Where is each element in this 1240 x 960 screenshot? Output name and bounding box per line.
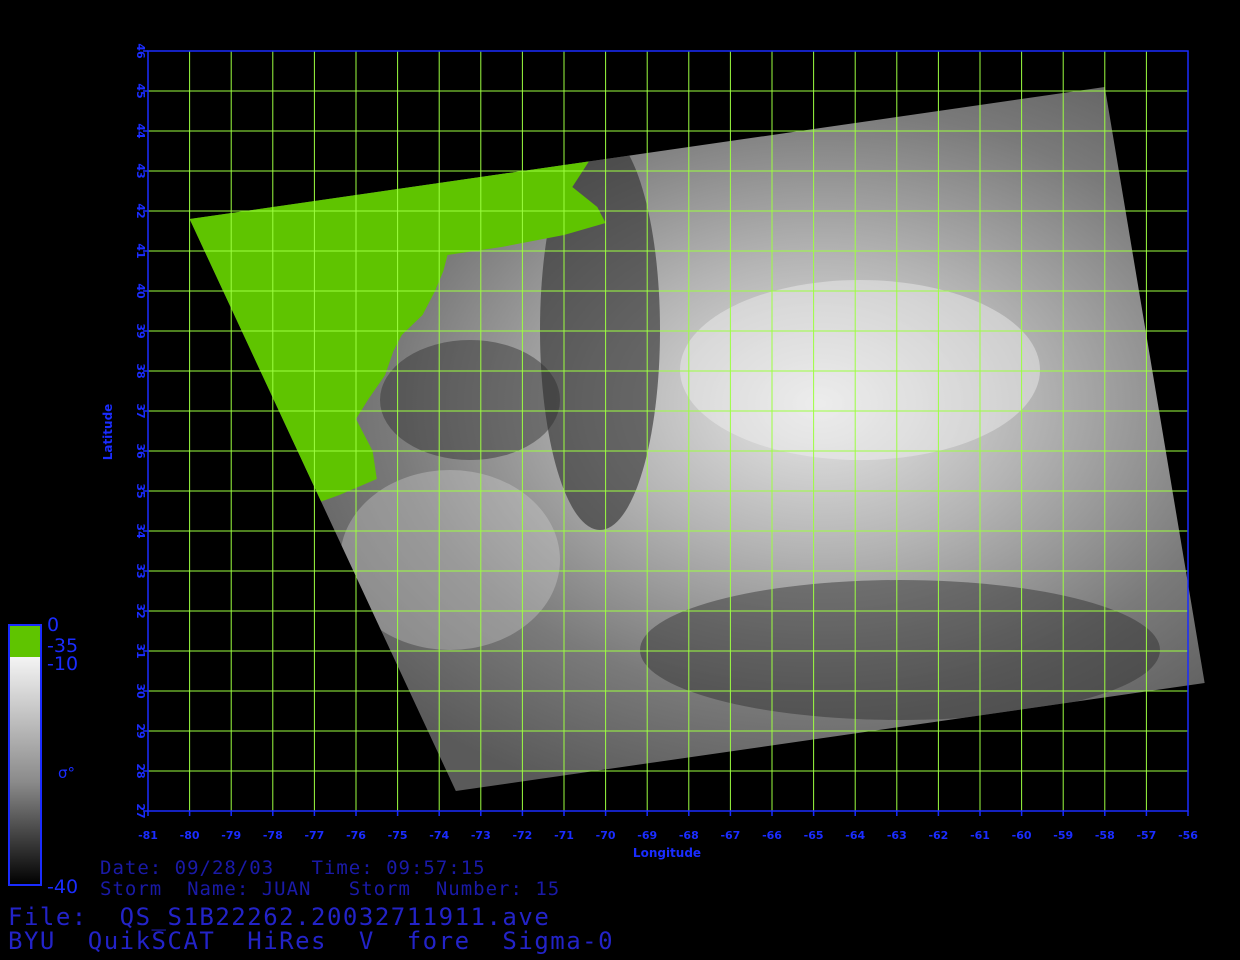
latitude-tick-label: 29 [134, 723, 147, 738]
colorbar-label-top: 0 [47, 614, 60, 636]
latitude-tick-label: 37 [134, 403, 147, 418]
longitude-ticks: -81 -80 -79 -78 -77 -76 -75 -74 -73 -72 -71 -70 -69 -… [138, 811, 1198, 842]
latitude-tick-label: 28 [134, 763, 147, 778]
longitude-tick-label: -72 [512, 829, 532, 842]
longitude-tick-label: -70 [596, 829, 616, 842]
longitude-tick-label: -64 [845, 829, 865, 842]
latitude-tick-label: 35 [134, 483, 147, 498]
colorbar [8, 624, 42, 886]
longitude-tick-label: -75 [388, 829, 408, 842]
latitude-tick-label: 39 [134, 323, 147, 338]
longitude-tick-label: -63 [887, 829, 907, 842]
longitude-tick-label: -73 [471, 829, 491, 842]
longitude-tick-label: -56 [1178, 829, 1198, 842]
latitude-tick-label: 41 [134, 243, 147, 258]
latitude-tick-label: 45 [134, 83, 147, 98]
colorbar-label-bottom: -40 [47, 876, 79, 898]
latitude-tick-label: 31 [134, 643, 147, 658]
latitude-ticks: 27 28 29 30 31 32 33 34 35 36 37 38 39 40 41 42 43 44 45 46 [134, 43, 148, 819]
colorbar-label-high: -10 [47, 653, 79, 675]
latitude-tick-label: 38 [134, 363, 147, 378]
latitude-tick-label: 33 [134, 563, 147, 578]
date-time-line: Date: 09/28/03 Time: 09:57:15 [100, 857, 486, 879]
longitude-tick-label: -68 [679, 829, 699, 842]
sigma0-map: 27 28 29 30 31 32 33 34 35 36 37 38 39 40 41 42 43 44 45 46… [8, 43, 1205, 886]
longitude-tick-label: -67 [720, 829, 740, 842]
latitude-tick-label: 27 [134, 803, 147, 818]
latitude-tick-label: 30 [134, 683, 147, 699]
colorbar-land-swatch [9, 625, 41, 657]
longitude-tick-label: -69 [637, 829, 657, 842]
latitude-tick-label: 46 [134, 43, 147, 59]
longitude-tick-label: -65 [804, 829, 824, 842]
product-title-line: BYU QuikSCAT HiRes V fore Sigma-0 [8, 927, 615, 955]
longitude-tick-label: -61 [970, 829, 990, 842]
latitude-tick-label: 36 [134, 443, 147, 459]
dark-patch-south [640, 580, 1160, 720]
latitude-tick-label: 40 [134, 283, 147, 299]
longitude-tick-label: -57 [1136, 829, 1156, 842]
dark-band-west [380, 340, 560, 460]
swath-image [189, 87, 1205, 791]
latitude-tick-label: 34 [134, 523, 147, 539]
longitude-tick-label: -76 [346, 829, 366, 842]
latitude-tick-label: 43 [134, 163, 147, 178]
longitude-tick-label: -62 [928, 829, 948, 842]
longitude-tick-label: -79 [221, 829, 241, 842]
bright-southwest [340, 470, 560, 650]
longitude-tick-label: -77 [304, 829, 324, 842]
longitude-axis-title: Longitude [633, 846, 701, 860]
longitude-tick-label: -58 [1095, 829, 1115, 842]
longitude-tick-label: -60 [1012, 829, 1032, 842]
longitude-tick-label: -81 [138, 829, 158, 842]
longitude-tick-label: -66 [762, 829, 782, 842]
storm-line: Storm Name: JUAN Storm Number: 15 [100, 878, 561, 900]
longitude-tick-label: -78 [263, 829, 283, 842]
latitude-tick-label: 42 [134, 203, 147, 218]
colorbar-gradient [9, 657, 41, 885]
latitude-tick-label: 32 [134, 603, 147, 618]
longitude-tick-label: -59 [1053, 829, 1073, 842]
longitude-tick-label: -74 [429, 829, 449, 842]
longitude-tick-label: -71 [554, 829, 574, 842]
colorbar-symbol: σ° [58, 764, 76, 782]
latitude-axis-title: Latitude [101, 404, 115, 461]
longitude-tick-label: -80 [180, 829, 200, 842]
latitude-tick-label: 44 [134, 123, 147, 139]
bright-center [680, 280, 1040, 460]
